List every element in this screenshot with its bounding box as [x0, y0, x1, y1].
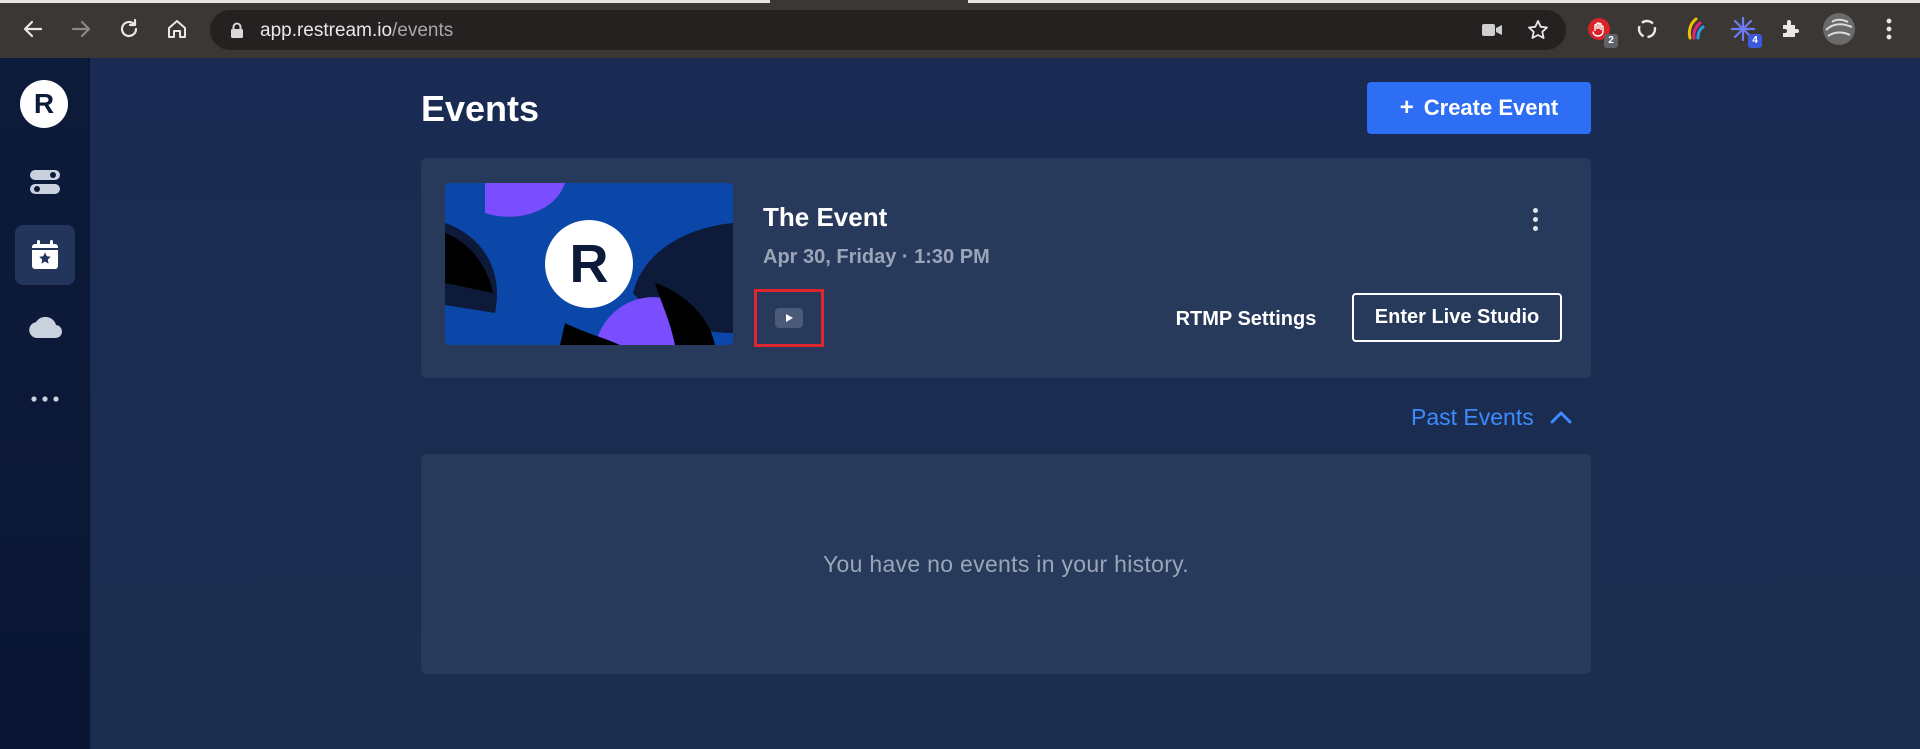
sidebar-item-more[interactable]: [15, 369, 75, 429]
event-title[interactable]: The Event: [763, 202, 887, 233]
create-event-label: Create Event: [1423, 95, 1559, 120]
create-event-button[interactable]: + Create Event: [1367, 82, 1591, 134]
url-domain: app.restream.io: [260, 20, 393, 41]
color-picker-extension-icon[interactable]: [1680, 14, 1710, 44]
main-content: Events + Create Event R The Event Apr 30…: [91, 58, 1920, 749]
event-thumbnail[interactable]: R: [445, 183, 733, 345]
sidebar: R: [0, 58, 90, 749]
url-text: app.restream.io/events: [260, 20, 453, 42]
reload-button[interactable]: [112, 12, 146, 46]
burst-extension-icon[interactable]: 4: [1728, 14, 1762, 48]
thumbnail-logo-letter: R: [569, 234, 609, 294]
arrow-right-icon: [71, 20, 91, 38]
event-menu-button[interactable]: [1523, 202, 1547, 236]
sidebar-item-storage[interactable]: [15, 298, 75, 358]
calendar-star-icon: [32, 240, 58, 269]
hand-stop-extension-icon[interactable]: 2: [1584, 14, 1618, 48]
event-card: R The Event Apr 30, Friday · 1:30 PM RTM…: [421, 158, 1591, 378]
empty-history-message: You have no events in your history.: [823, 550, 1189, 577]
past-events-label: Past Events: [1411, 403, 1534, 430]
highlighted-platform-box[interactable]: [754, 289, 824, 347]
home-icon: [168, 20, 186, 38]
rtmp-settings-button[interactable]: RTMP Settings: [1157, 296, 1335, 342]
tab-strip-edge: [968, 0, 1920, 3]
event-date: Apr 30, Friday · 1:30 PM: [763, 246, 990, 268]
toggles-icon: [30, 170, 60, 194]
browser-menu-icon[interactable]: [1874, 14, 1904, 44]
address-bar[interactable]: app.restream.io/events: [210, 10, 1566, 50]
star-bookmark-icon[interactable]: [1526, 18, 1550, 42]
plus-icon: +: [1399, 94, 1414, 121]
restream-logo[interactable]: R: [20, 80, 68, 128]
camera-icon[interactable]: [1480, 18, 1504, 42]
reload-icon: [120, 18, 138, 38]
kebab-dot: [1532, 216, 1538, 222]
sidebar-item-events[interactable]: [15, 225, 75, 285]
browser-toolbar: app.restream.io/events 2 4: [0, 0, 1920, 58]
sync-extension-icon[interactable]: [1632, 14, 1662, 44]
enter-live-studio-button[interactable]: Enter Live Studio: [1352, 293, 1562, 342]
extension-badge: 2: [1604, 34, 1618, 48]
cloud-icon: [29, 316, 63, 339]
more-dots-icon: [31, 396, 59, 402]
tab-strip-edge: [0, 0, 770, 3]
home-button[interactable]: [160, 12, 194, 46]
forward-button[interactable]: [64, 12, 98, 46]
past-events-toggle[interactable]: Past Events: [1411, 400, 1572, 434]
youtube-play-icon[interactable]: [775, 308, 803, 328]
sidebar-item-channels[interactable]: [15, 152, 75, 212]
back-button[interactable]: [16, 12, 50, 46]
kebab-dot: [1532, 207, 1538, 213]
page-title: Events: [421, 88, 540, 129]
puzzle-extensions-icon[interactable]: [1776, 14, 1806, 44]
lock-icon: [230, 22, 244, 43]
extension-badge: 4: [1748, 34, 1762, 48]
chevron-up-icon: [1550, 411, 1572, 424]
url-path: /events: [392, 20, 454, 41]
kebab-dot: [1532, 225, 1538, 231]
past-events-panel: You have no events in your history.: [421, 454, 1591, 674]
profile-avatar-icon[interactable]: [1822, 12, 1856, 46]
arrow-left-icon: [23, 20, 43, 38]
